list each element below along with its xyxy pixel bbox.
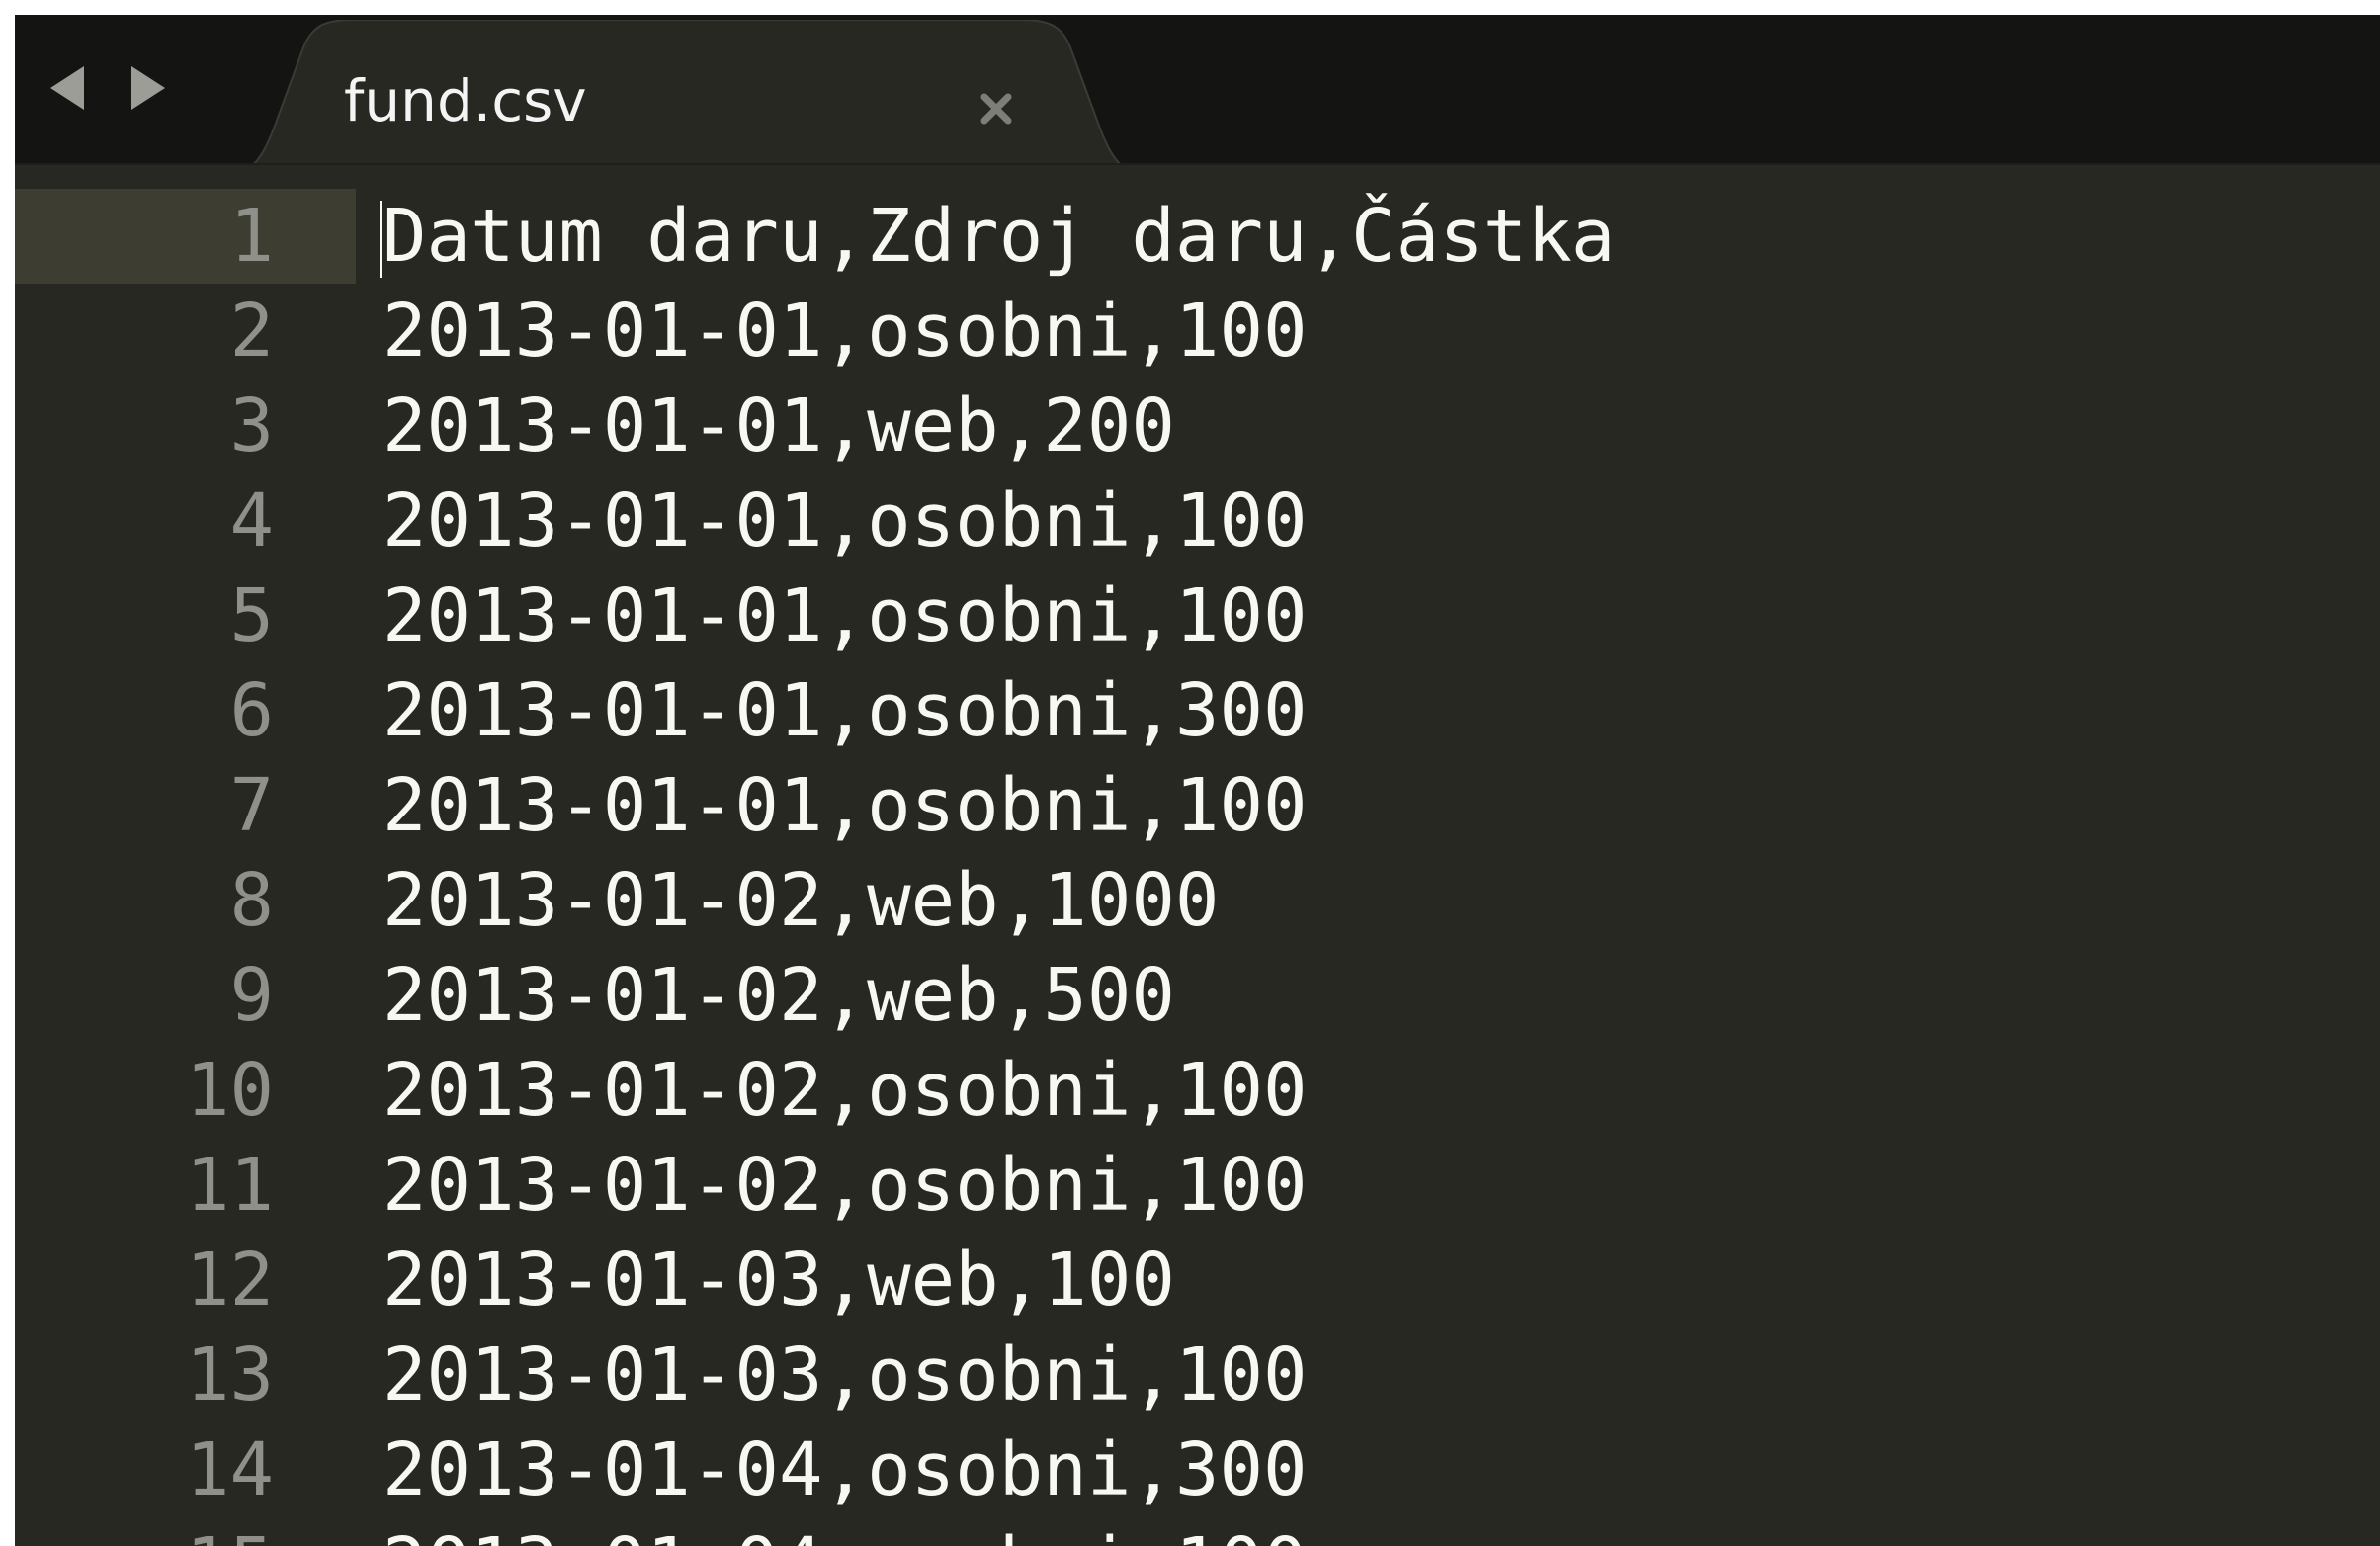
tab-title: fund.csv [344, 67, 587, 134]
line-number: 1 [229, 194, 274, 279]
editor-line[interactable]: 2 2013-01-01,osobni,100 [15, 284, 2380, 379]
line-text[interactable]: 2013-01-02,web,500 [382, 948, 1175, 1043]
line-text[interactable]: Datum daru,Zdroj daru,Částka [382, 189, 1615, 284]
editor-window: fund.csv 1 Datum daru,Zdroj daru,Částka 2 2… [15, 15, 2380, 1546]
forward-arrow-icon[interactable] [124, 58, 173, 118]
line-text[interactable]: 2013-01-02,osobni,100 [382, 1138, 1308, 1233]
line-number: 14 [185, 1427, 274, 1512]
editor-line[interactable]: 7 2013-01-01,osobni,100 [15, 758, 2380, 853]
editor-line[interactable]: 13 2013-01-03,osobni,100 [15, 1328, 2380, 1422]
line-text[interactable]: 2013-01-04,osobni,300 [382, 1422, 1308, 1517]
editor-line[interactable]: 15 2013-01-04,osobni,100 [15, 1517, 2380, 1546]
line-number: 12 [185, 1238, 274, 1323]
line-number: 11 [185, 1143, 274, 1228]
editor-line[interactable]: 10 2013-01-02,osobni,100 [15, 1043, 2380, 1138]
line-number: 6 [229, 668, 274, 753]
line-text[interactable]: 2013-01-01,web,200 [382, 379, 1175, 473]
tab-bar: fund.csv [15, 15, 2380, 188]
line-number: 10 [185, 1048, 274, 1133]
line-number: 7 [229, 763, 274, 848]
line-number: 8 [229, 858, 274, 943]
line-number: 5 [229, 573, 274, 658]
back-arrow-icon[interactable] [44, 58, 94, 118]
line-text[interactable]: 2013-01-01,osobni,300 [382, 663, 1308, 758]
line-number: 3 [229, 384, 274, 469]
code-editor[interactable]: 1 Datum daru,Zdroj daru,Částka 2 2013-01-01… [15, 165, 2380, 1546]
line-number: 9 [229, 953, 274, 1038]
editor-line[interactable]: 5 2013-01-01,osobni,100 [15, 568, 2380, 663]
editor-line[interactable]: 1 Datum daru,Zdroj daru,Částka [15, 189, 2380, 284]
line-number: 15 [15, 1517, 274, 1546]
editor-line[interactable]: 12 2013-01-03,web,100 [15, 1233, 2380, 1328]
line-number: 13 [185, 1332, 274, 1417]
line-text[interactable]: 2013-01-03,web,100 [382, 1233, 1175, 1328]
line-text[interactable]: 2013-01-01,osobni,100 [382, 473, 1308, 568]
editor-line[interactable]: 14 2013-01-04,osobni,300 [15, 1422, 2380, 1517]
editor-line[interactable]: 4 2013-01-01,osobni,100 [15, 473, 2380, 568]
editor-line[interactable]: 8 2013-01-02,web,1000 [15, 853, 2380, 948]
editor-line[interactable]: 11 2013-01-02,osobni,100 [15, 1138, 2380, 1233]
line-text[interactable]: 2013-01-04,osobni,100 [382, 1517, 1308, 1546]
text-cursor [380, 201, 382, 278]
line-text[interactable]: 2013-01-01,osobni,100 [382, 758, 1308, 853]
line-text[interactable]: 2013-01-01,osobni,100 [382, 568, 1308, 663]
line-text[interactable]: 2013-01-02,web,1000 [382, 853, 1219, 948]
line-number: 4 [229, 478, 274, 563]
close-icon[interactable] [969, 81, 1024, 136]
editor-line[interactable]: 9 2013-01-02,web,500 [15, 948, 2380, 1043]
line-number: 2 [229, 289, 274, 374]
editor-line[interactable]: 3 2013-01-01,web,200 [15, 379, 2380, 473]
line-text[interactable]: 2013-01-02,osobni,100 [382, 1043, 1308, 1138]
editor-line[interactable]: 6 2013-01-01,osobni,300 [15, 663, 2380, 758]
line-text[interactable]: 2013-01-03,osobni,100 [382, 1328, 1308, 1422]
line-text[interactable]: 2013-01-01,osobni,100 [382, 284, 1308, 379]
